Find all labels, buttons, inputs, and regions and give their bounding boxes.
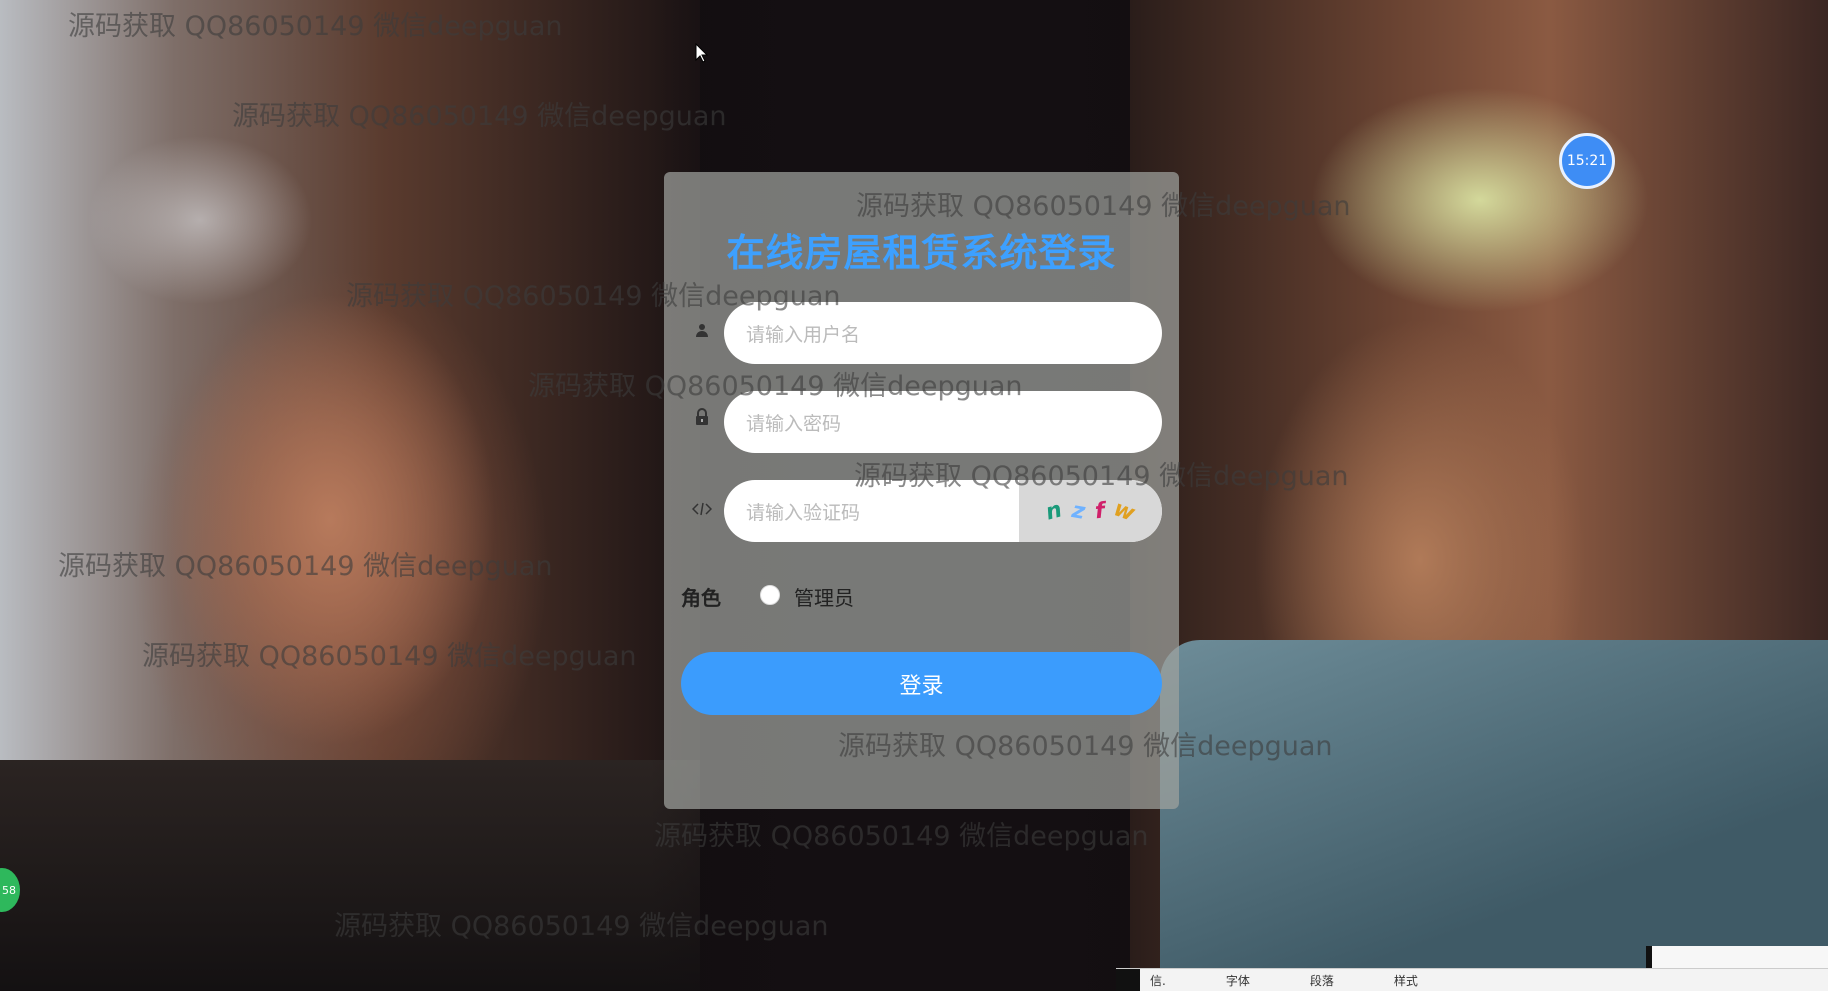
lock-icon xyxy=(692,408,712,428)
captcha-input[interactable]: 请输入验证码 xyxy=(724,480,1019,542)
captcha-char: n xyxy=(1043,496,1065,526)
role-option-label[interactable]: 管理员 xyxy=(794,582,854,611)
background-app-ribbon: 信. 字体 段落 样式 xyxy=(1116,968,1828,991)
captcha-image[interactable]: n z f w xyxy=(1019,480,1162,542)
role-label: 角色 xyxy=(681,586,721,610)
role-radio-admin[interactable] xyxy=(760,585,780,605)
captcha-field: 请输入验证码 n z f w xyxy=(724,480,1162,542)
login-button[interactable]: 登录 xyxy=(681,652,1162,715)
background-right-jeans xyxy=(1160,640,1828,970)
login-title: 在线房屋租赁系统登录 xyxy=(726,231,1117,275)
login-button-label: 登录 xyxy=(899,673,944,699)
password-placeholder: 请输入密码 xyxy=(746,412,842,435)
code-icon xyxy=(691,501,713,521)
captcha-char: f xyxy=(1093,498,1106,524)
floating-clock-widget[interactable]: 15:21 xyxy=(1559,133,1615,189)
ribbon-label[interactable]: 段落 xyxy=(1310,972,1334,989)
captcha-placeholder: 请输入验证码 xyxy=(746,501,861,524)
username-placeholder: 请输入用户名 xyxy=(746,323,861,346)
login-panel: 在线房屋租赁系统登录 请输入用户名 请输入密码 请输入验证码 n z f w 角… xyxy=(664,172,1179,809)
captcha-char: w xyxy=(1110,495,1139,527)
taskbar-window-fragment xyxy=(1646,946,1828,968)
background-left-jeans xyxy=(0,760,700,990)
ribbon-edge xyxy=(1116,969,1140,991)
username-input[interactable]: 请输入用户名 xyxy=(724,302,1162,364)
ribbon-label[interactable]: 样式 xyxy=(1394,972,1418,989)
password-input[interactable]: 请输入密码 xyxy=(724,391,1162,453)
captcha-char: z xyxy=(1069,497,1087,525)
user-icon xyxy=(692,322,712,342)
ribbon-label[interactable]: 信. xyxy=(1150,972,1166,989)
ribbon-label[interactable]: 字体 xyxy=(1226,972,1250,989)
